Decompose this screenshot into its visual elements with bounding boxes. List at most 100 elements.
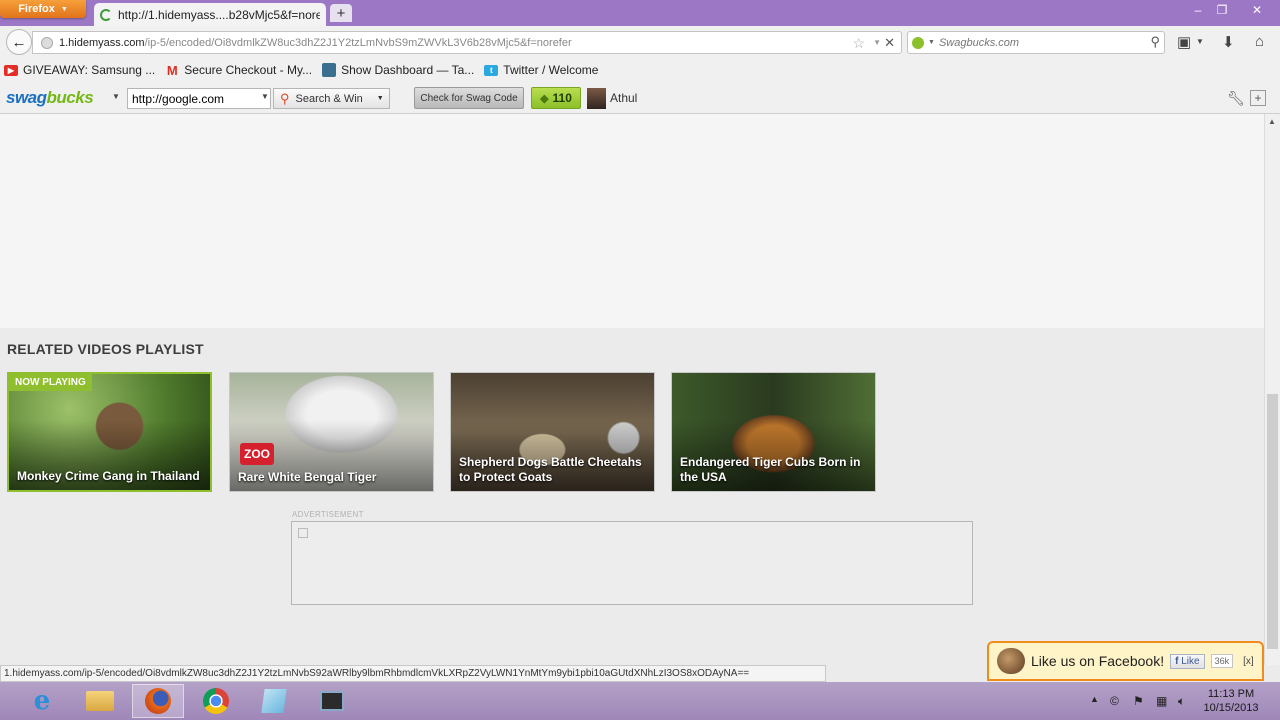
facebook-prompt: Like us on Facebook! [1031, 653, 1165, 669]
close-icon[interactable]: ✕ [1240, 0, 1274, 20]
points-value: 110 [552, 91, 572, 105]
video-player-area[interactable] [0, 114, 1264, 328]
url-text: 1.hidemyass.com/ip-5/encoded/Oi8vdmlkZW8… [59, 37, 572, 49]
video-title: Rare White Bengal Tiger [238, 470, 377, 484]
video-title: Shepherd Dogs Battle Cheetahs to Protect… [459, 455, 642, 484]
globe-icon [41, 36, 53, 49]
chevron-down-icon: ▼ [60, 5, 68, 13]
points-badge[interactable]: ◆ 110 [531, 87, 581, 109]
clock-date: 10/15/2013 [1203, 702, 1259, 714]
app-icon[interactable] [248, 684, 300, 718]
swagbucks-search-input[interactable] [127, 88, 271, 109]
bookmarks-icon[interactable]: ▣ [1177, 33, 1191, 51]
video-title: Endangered Tiger Cubs Born in the USA [680, 455, 861, 484]
bookmark-item[interactable]: M Secure Checkout - My... [165, 62, 313, 78]
twitter-icon: t [484, 64, 499, 76]
wrench-icon[interactable]: 🔧︎ [1227, 90, 1245, 107]
chrome-icon[interactable] [190, 684, 242, 718]
bookmarks-bar: ▶ GIVEAWAY: Samsung ... M Secure Checkou… [0, 58, 1280, 82]
search-and-win-button[interactable]: ⚲ Search & Win ▼ [273, 88, 390, 109]
now-playing-badge: NOW PLAYING [9, 374, 92, 391]
advertisement-box[interactable] [291, 521, 973, 605]
youtube-icon: ▶ [4, 64, 18, 76]
vertical-scrollbar[interactable]: ▲ [1264, 114, 1280, 665]
broken-image-icon [298, 528, 308, 538]
system-clock[interactable]: 11:13 PM 10/15/2013 [1196, 687, 1266, 715]
search-icon: ⚲ [280, 90, 290, 106]
title-bar: Firefox ▼ http://1.hidemyass....b28vMjc5… [0, 0, 1280, 26]
video-thumbnail[interactable]: NOW PLAYING Monkey Crime Gang in Thailan… [7, 372, 212, 492]
volume-icon[interactable]: 🔈︎ [1178, 694, 1185, 709]
internet-explorer-icon[interactable]: e [16, 684, 68, 718]
bookmark-label: Show Dashboard — Ta... [341, 63, 475, 77]
chevron-down-icon[interactable]: ▼ [928, 39, 935, 46]
facebook-close-button[interactable]: [x] [1243, 656, 1254, 667]
bookmark-label: GIVEAWAY: Samsung ... [23, 63, 156, 77]
user-name[interactable]: Athul [610, 91, 637, 105]
show-hidden-icons-icon[interactable]: ▲ [1090, 694, 1099, 704]
chevron-down-icon[interactable]: ▼ [873, 38, 881, 47]
video-thumbnail[interactable]: Endangered Tiger Cubs Born in the USA [671, 372, 876, 492]
tab-title: http://1.hidemyass....b28vMjc5&f=norefer [118, 7, 320, 22]
avatar[interactable] [587, 88, 606, 109]
bookmark-label: Twitter / Welcome [503, 63, 599, 77]
navigation-bar: ← 1.hidemyass.com/ip-5/encoded/Oi8vdmlkZ… [0, 26, 1280, 58]
network-icon[interactable]: ▦ [1156, 694, 1167, 708]
new-tab-button[interactable]: + [330, 4, 352, 22]
url-path: /ip-5/encoded/Oi8vdmlkZW8uc3dhZ2J1Y2tzLm… [144, 36, 572, 49]
points-gem-icon: ◆ [540, 92, 549, 105]
facebook-like-button[interactable]: f Like [1170, 653, 1205, 669]
facebook-like-label: Like [1181, 655, 1200, 667]
check-swag-code-button[interactable]: Check for Swag Code [414, 87, 524, 109]
swagbucks-search-icon [912, 36, 924, 49]
home-icon[interactable]: ⌂ [1255, 33, 1264, 50]
clock-time: 11:13 PM [1207, 688, 1255, 700]
back-arrow-icon: ← [11, 33, 27, 51]
file-explorer-icon[interactable] [74, 684, 126, 718]
bookmark-item[interactable]: t Twitter / Welcome [484, 63, 598, 77]
tray-app-icon[interactable]: © [1110, 694, 1119, 708]
dog-icon [997, 648, 1025, 674]
video-title: Monkey Crime Gang in Thailand [17, 469, 200, 483]
loading-icon [100, 8, 112, 21]
swagbucks-logo[interactable]: swagbucks [6, 88, 94, 108]
gmail-icon: M [166, 62, 178, 78]
chevron-down-icon[interactable]: ▼ [112, 92, 120, 101]
firefox-menu-label: Firefox [18, 3, 55, 15]
bookmark-label: Secure Checkout - My... [184, 63, 313, 77]
back-button[interactable]: ← [6, 29, 32, 55]
chevron-down-icon[interactable]: ▼ [1196, 37, 1204, 46]
advertisement-label: ADVERTISEMENT [292, 510, 364, 519]
logo-part-a: swag [6, 88, 47, 107]
zoo-logo: ZOO [240, 443, 274, 465]
search-input[interactable] [938, 36, 1139, 49]
status-bar-url: 1.hidemyass.com/ip-5/encoded/Oi8vdmlkZW8… [0, 665, 826, 682]
video-thumbnail[interactable]: ZOO Rare White Bengal Tiger [229, 372, 434, 492]
restore-icon[interactable]: ❐ [1208, 0, 1236, 20]
chevron-down-icon[interactable]: ▼ [261, 92, 269, 101]
firefox-icon[interactable] [132, 684, 184, 718]
page-content: RELATED VIDEOS PLAYLIST NOW PLAYING Monk… [0, 114, 1264, 665]
facebook-like-count: 36k [1210, 654, 1234, 668]
url-domain: 1.hidemyass.com [59, 36, 145, 49]
add-icon[interactable]: + [1250, 90, 1266, 106]
windows-taskbar: e ▲ © ⚑ ▦ 🔈︎ 11:13 PM 10/15/2013 [0, 682, 1280, 720]
url-bar[interactable]: 1.hidemyass.com/ip-5/encoded/Oi8vdmlkZW8… [32, 31, 902, 54]
tab-active[interactable]: http://1.hidemyass....b28vMjc5&f=norefer [94, 3, 326, 26]
scroll-up-icon[interactable]: ▲ [1268, 117, 1276, 126]
bookmark-star-icon[interactable]: ☆ [852, 35, 865, 52]
search-bar[interactable]: ▼ ⚲ [907, 31, 1165, 54]
stop-icon[interactable]: ✕ [884, 35, 895, 51]
action-center-icon[interactable]: ⚑ [1133, 694, 1144, 708]
scrollbar-thumb[interactable] [1267, 394, 1278, 649]
download-icon[interactable]: ⬇ [1222, 33, 1235, 51]
bookmark-item[interactable]: ▶ GIVEAWAY: Samsung ... [4, 63, 155, 77]
firefox-menu-button[interactable]: Firefox ▼ [0, 0, 86, 18]
bookmark-item[interactable]: Show Dashboard — Ta... [322, 63, 474, 77]
related-videos-heading: RELATED VIDEOS PLAYLIST [7, 341, 204, 357]
video-thumbnail[interactable]: Shepherd Dogs Battle Cheetahs to Protect… [450, 372, 655, 492]
logo-part-b: bucks [46, 88, 94, 107]
facebook-f-icon: f [1175, 655, 1179, 667]
search-icon[interactable]: ⚲ [1150, 34, 1160, 50]
screen-recorder-icon[interactable] [306, 684, 358, 718]
